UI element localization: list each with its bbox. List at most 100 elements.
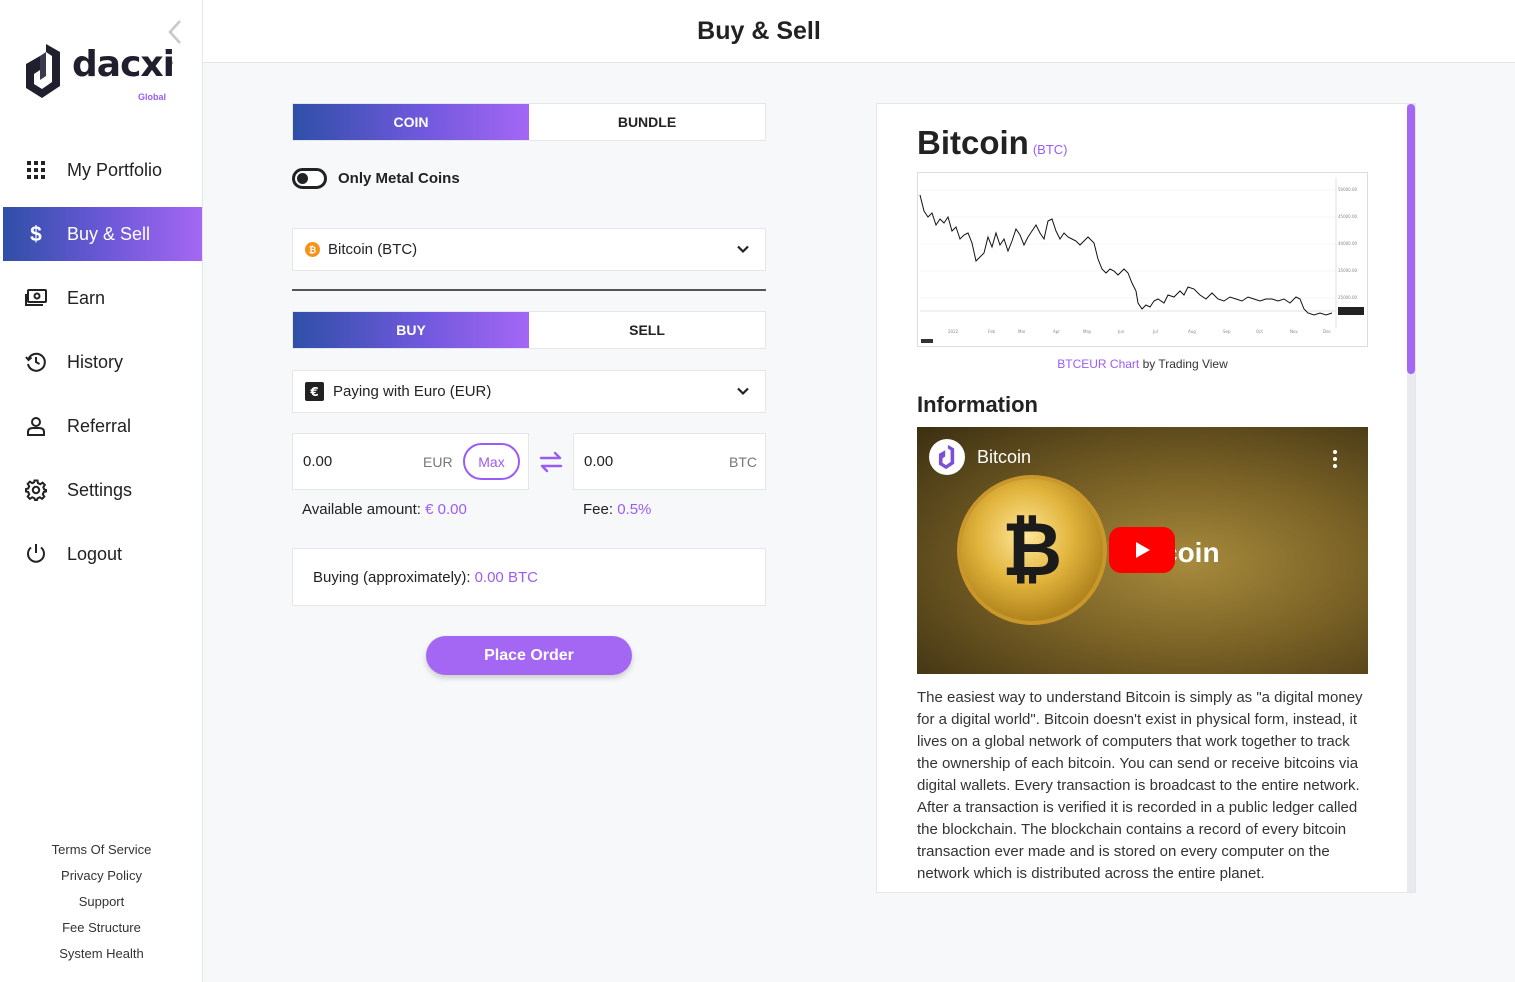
coin-info-card: Bitcoin (BTC) 50000.00 45000.00 40000.00 350… bbox=[876, 103, 1416, 893]
svg-text:Feb: Feb bbox=[988, 329, 996, 334]
svg-text:40000.00: 40000.00 bbox=[1338, 241, 1358, 246]
bitcoin-coin-image: ₿ bbox=[957, 475, 1107, 625]
svg-text:Dec: Dec bbox=[1323, 329, 1331, 334]
sidebar-item-referral[interactable]: Referral bbox=[3, 399, 202, 453]
section-divider bbox=[292, 289, 766, 291]
only-metal-coins-row: Only Metal Coins bbox=[292, 168, 460, 189]
available-amount-label: Available amount: bbox=[302, 501, 421, 518]
svg-text:Aug: Aug bbox=[1188, 329, 1196, 334]
tab-coin[interactable]: COIN bbox=[293, 104, 529, 140]
eur-amount-input[interactable]: 0.00 EUR Max bbox=[292, 433, 529, 490]
trade-side-tabs: BUY SELL bbox=[292, 311, 766, 349]
svg-text:€: € bbox=[309, 385, 318, 399]
page-title: Buy & Sell bbox=[697, 17, 821, 45]
btceur-price-chart[interactable]: 50000.00 45000.00 40000.00 35000.00 25000.00… bbox=[917, 172, 1368, 347]
sidebar-item-label: Logout bbox=[67, 543, 123, 564]
svg-text:Oct: Oct bbox=[1256, 329, 1263, 334]
svg-text:50000.00: 50000.00 bbox=[1338, 187, 1358, 192]
chevron-down-icon bbox=[737, 245, 749, 254]
tab-buy[interactable]: BUY bbox=[293, 312, 529, 348]
card-scrollbar[interactable] bbox=[1407, 104, 1415, 892]
information-heading: Information bbox=[917, 392, 1038, 417]
bitcoin-video-player[interactable]: Bitcoin ₿ coin bbox=[917, 427, 1368, 674]
fee-label: Fee: bbox=[583, 501, 614, 518]
video-title[interactable]: Bitcoin bbox=[977, 447, 1031, 468]
logo-tagline: Global bbox=[138, 92, 167, 102]
btceur-chart-link[interactable]: BTCEUR Chart bbox=[1057, 357, 1139, 371]
available-amount: Available amount: € 0.00 bbox=[302, 501, 467, 518]
only-metal-coins-label: Only Metal Coins bbox=[338, 170, 460, 187]
sidebar: dacxi ® Global My Portfolio $ Buy & Sell… bbox=[0, 0, 203, 982]
history-icon bbox=[23, 349, 49, 375]
eur-currency-label: EUR bbox=[423, 454, 453, 470]
sidebar-item-label: My Portfolio bbox=[67, 159, 163, 180]
svg-text:Nov: Nov bbox=[1290, 329, 1298, 334]
svg-text:25000.00: 25000.00 bbox=[1338, 295, 1358, 300]
support-link[interactable]: Support bbox=[0, 892, 203, 918]
chart-attribution: by Trading View bbox=[1139, 357, 1228, 371]
coin-title: Bitcoin (BTC) bbox=[917, 124, 1068, 162]
tab-bundle[interactable]: BUNDLE bbox=[529, 104, 765, 140]
asset-select[interactable]: ₿ Bitcoin (BTC) bbox=[292, 228, 766, 271]
sidebar-item-logout[interactable]: Logout bbox=[3, 527, 202, 581]
place-order-button[interactable]: Place Order bbox=[426, 636, 632, 675]
buying-approximately-box: Buying (approximately): 0.00 BTC bbox=[292, 548, 766, 606]
tab-sell[interactable]: SELL bbox=[529, 312, 765, 348]
more-options-icon[interactable] bbox=[1332, 449, 1338, 469]
play-icon bbox=[1136, 542, 1150, 558]
price-chart-graphic: 50000.00 45000.00 40000.00 35000.00 25000.00… bbox=[919, 178, 1364, 343]
coin-description: The easiest way to understand Bitcoin is… bbox=[917, 689, 1363, 882]
euro-icon: € bbox=[305, 382, 324, 401]
fee-info: Fee: 0.5% bbox=[583, 501, 651, 518]
btc-amount-value: 0.00 bbox=[584, 453, 614, 470]
play-button[interactable] bbox=[1109, 527, 1175, 573]
sidebar-item-label: Earn bbox=[67, 287, 106, 308]
sidebar-item-my-portfolio[interactable]: My Portfolio bbox=[3, 143, 202, 197]
sidebar-item-label: Settings bbox=[67, 479, 133, 500]
chevron-down-icon bbox=[737, 387, 749, 396]
max-button[interactable]: Max bbox=[463, 443, 520, 480]
svg-text:Mar: Mar bbox=[1018, 329, 1026, 334]
svg-text:Jun: Jun bbox=[1117, 329, 1125, 334]
asset-type-tabs: COIN BUNDLE bbox=[292, 103, 766, 141]
sidebar-item-settings[interactable]: Settings bbox=[3, 463, 202, 517]
power-icon bbox=[23, 541, 49, 567]
sidebar-item-history[interactable]: History bbox=[3, 335, 202, 389]
sidebar-item-label: History bbox=[67, 351, 124, 372]
buying-approximately-label: Buying (approximately): bbox=[313, 568, 471, 586]
btc-amount-input[interactable]: 0.00 BTC bbox=[573, 433, 766, 490]
cash-icon bbox=[23, 285, 49, 311]
sidebar-item-label: Referral bbox=[67, 415, 132, 436]
payment-method-select[interactable]: € Paying with Euro (EUR) bbox=[292, 370, 766, 413]
svg-text:45000.00: 45000.00 bbox=[1338, 214, 1358, 219]
terms-of-service-link[interactable]: Terms Of Service bbox=[0, 840, 203, 866]
fee-structure-link[interactable]: Fee Structure bbox=[0, 918, 203, 944]
system-health-link[interactable]: System Health bbox=[0, 944, 203, 970]
grid-icon bbox=[23, 157, 49, 183]
fee-value: 0.5% bbox=[617, 501, 652, 518]
svg-text:₿: ₿ bbox=[309, 245, 316, 256]
btc-currency-label: BTC bbox=[729, 454, 757, 470]
swap-arrows-icon[interactable] bbox=[537, 448, 565, 476]
privacy-policy-link[interactable]: Privacy Policy bbox=[0, 866, 203, 892]
bitcoin-icon: ₿ bbox=[305, 242, 320, 257]
payment-method-value: Paying with Euro (EUR) bbox=[333, 383, 492, 400]
footer-links: Terms Of Service Privacy Policy Support … bbox=[0, 840, 203, 970]
only-metal-coins-toggle[interactable] bbox=[292, 168, 327, 189]
dollar-icon: $ bbox=[23, 221, 49, 247]
user-icon bbox=[23, 413, 49, 439]
chart-caption: BTCEUR Chart by Trading View bbox=[917, 357, 1368, 371]
logo-registered-mark: ® bbox=[166, 58, 173, 68]
channel-avatar[interactable] bbox=[929, 439, 965, 475]
sidebar-item-label: Buy & Sell bbox=[67, 223, 151, 244]
buying-approximately-value: 0.00 BTC bbox=[474, 568, 538, 586]
sidebar-item-buy-sell[interactable]: $ Buy & Sell bbox=[3, 207, 202, 261]
scrollbar-thumb[interactable] bbox=[1407, 104, 1415, 374]
coin-name: Bitcoin bbox=[917, 124, 1029, 161]
sidebar-item-earn[interactable]: Earn bbox=[3, 271, 202, 325]
asset-select-value: Bitcoin (BTC) bbox=[328, 241, 418, 258]
eur-amount-value: 0.00 bbox=[303, 453, 333, 470]
dacxi-logo[interactable]: dacxi ® Global bbox=[24, 42, 184, 104]
svg-text:May: May bbox=[1083, 329, 1092, 334]
sidebar-nav: My Portfolio $ Buy & Sell Earn History R… bbox=[3, 143, 202, 591]
